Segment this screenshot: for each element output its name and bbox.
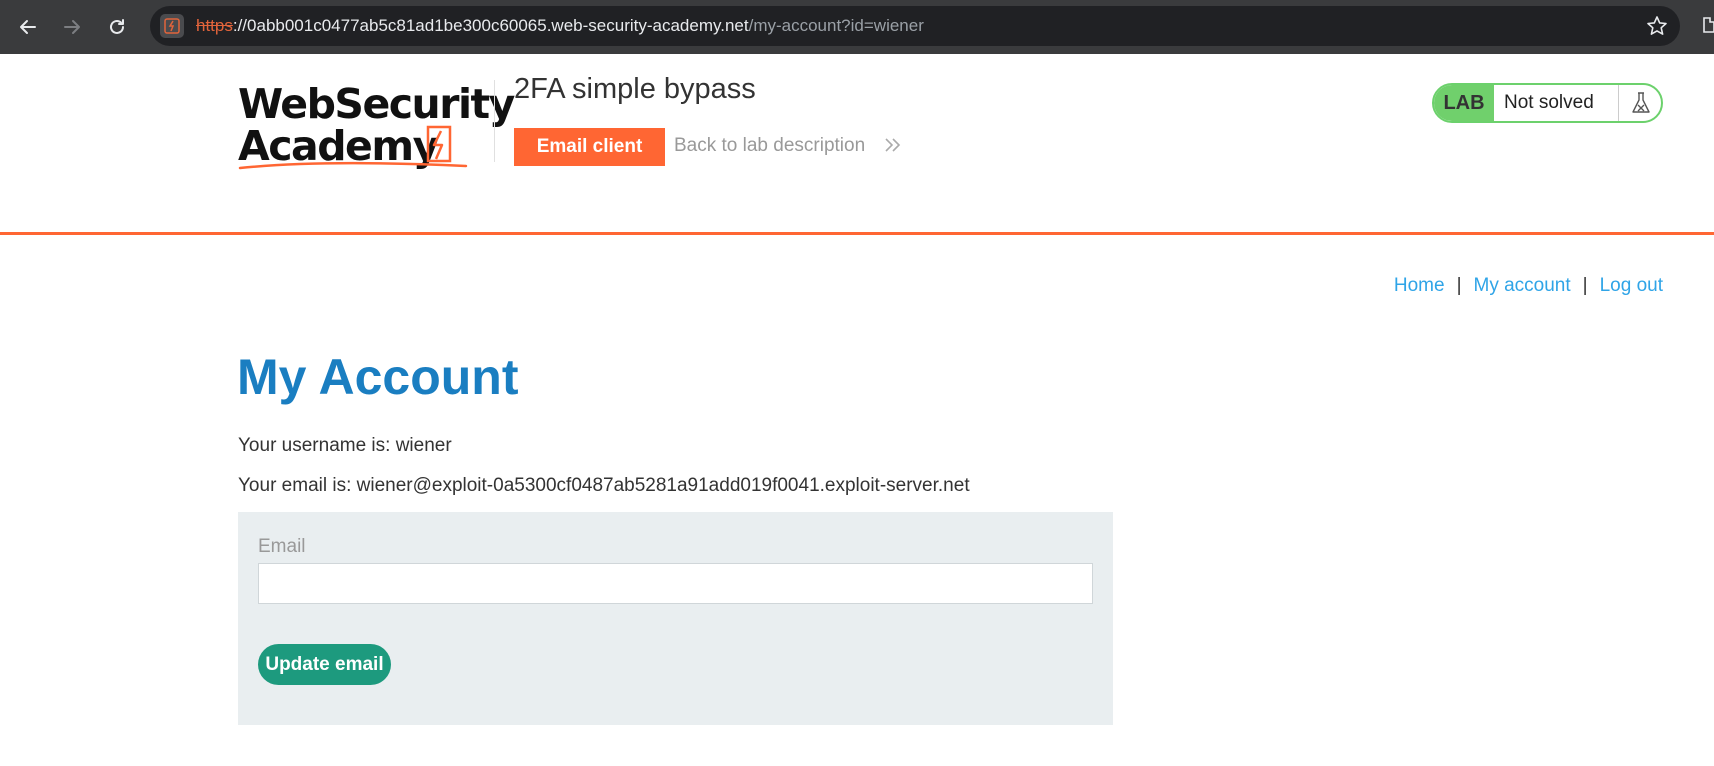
top-nav: Home | My account | Log out [1394,275,1663,297]
nav-log-out-link[interactable]: Log out [1600,275,1663,296]
update-email-button[interactable]: Update email [258,644,391,685]
url-text[interactable]: https://0abb001c0477ab5c81ad1be300c60065… [196,6,924,46]
nav-home-link[interactable]: Home [1394,275,1445,296]
browser-toolbar: https://0abb001c0477ab5c81ad1be300c60065… [0,0,1714,54]
forward-arrow-icon[interactable] [56,11,88,43]
back-to-lab-description-link[interactable]: Back to lab description [674,135,865,157]
header-divider [494,80,495,162]
extensions-icon[interactable] [1700,12,1714,40]
page-title: My Account [237,349,519,405]
site-info-icon[interactable] [160,14,184,38]
lab-status-badge: LAB Not solved [1432,83,1663,123]
nav-separator: | [1456,275,1462,296]
url-scheme: https [196,16,233,35]
bookmark-star-icon[interactable] [1646,15,1668,37]
email-field-label: Email [258,536,306,557]
reload-icon[interactable] [101,11,133,43]
flask-icon [1632,92,1650,113]
lab-status-text: Not solved [1504,92,1594,113]
email-client-button[interactable]: Email client [514,128,665,166]
username-text: Your username is: wiener [238,435,452,456]
lab-badge-divider [1618,85,1619,121]
lab-tag: LAB [1434,85,1494,121]
web-security-academy-logo[interactable]: WebSecurity Academy [238,78,515,172]
back-arrow-icon[interactable] [12,11,44,43]
logo-bolt-icon [426,125,452,163]
update-email-form: Email Update email [238,512,1113,725]
url-host: ://0abb001c0477ab5c81ad1be300c60065.web-… [232,16,749,35]
address-bar[interactable]: https://0abb001c0477ab5c81ad1be300c60065… [150,6,1680,46]
nav-separator: | [1582,275,1588,296]
lab-title: 2FA simple bypass [514,73,756,105]
url-path: /my-account?id=wiener [748,16,924,35]
header-orange-rule [0,232,1714,235]
logo-swoosh-icon [238,161,468,170]
double-chevron-right-icon[interactable] [884,137,902,153]
email-input[interactable] [258,563,1093,604]
email-text: Your email is: wiener@exploit-0a5300cf04… [238,475,970,496]
nav-my-account-link[interactable]: My account [1474,275,1571,296]
logo-text-line1: WebSecurity [238,80,515,128]
